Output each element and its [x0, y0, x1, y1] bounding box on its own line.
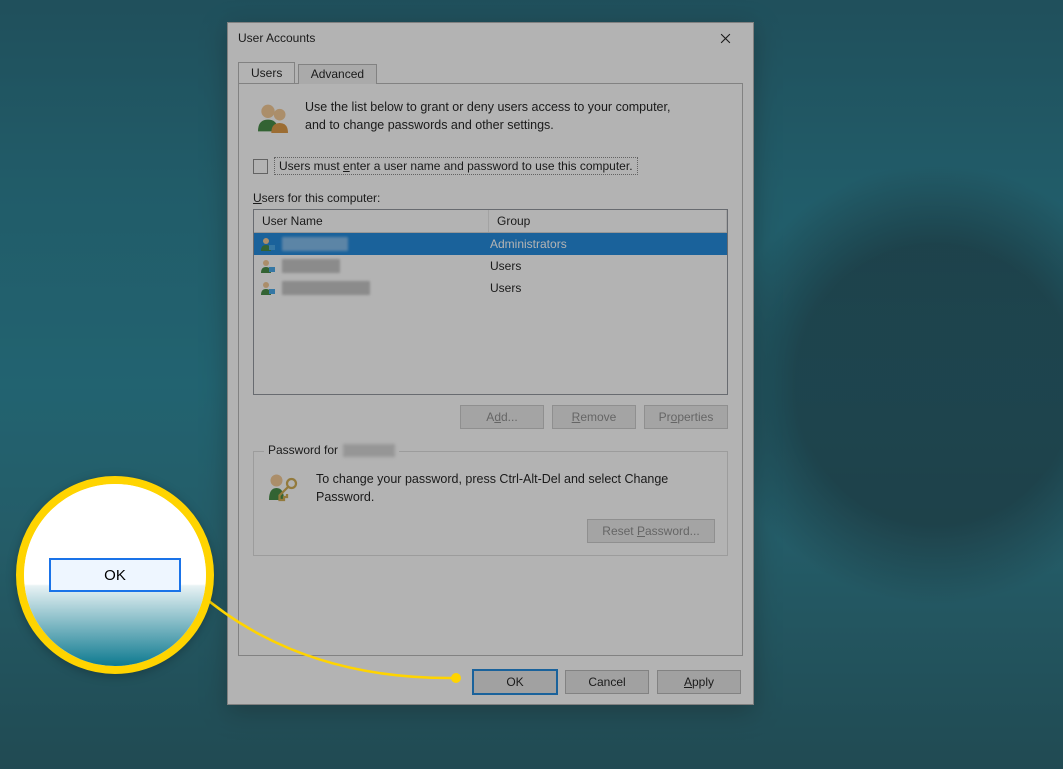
username-redacted	[282, 259, 340, 273]
users-list-label: Users for this computer:	[253, 191, 728, 205]
require-login-label: Users must enter a user name and passwor…	[274, 157, 638, 175]
require-login-row[interactable]: Users must enter a user name and passwor…	[253, 157, 728, 175]
properties-button[interactable]: Properties	[644, 405, 728, 429]
legend-username-redacted	[343, 444, 395, 457]
password-group-text: To change your password, press Ctrl-Alt-…	[316, 470, 676, 506]
user-accounts-dialog: User Accounts Users Advanced Use th	[227, 22, 754, 705]
close-button[interactable]	[703, 24, 747, 52]
user-icon	[260, 236, 276, 252]
user-icon	[260, 280, 276, 296]
users-icon	[253, 98, 293, 141]
titlebar[interactable]: User Accounts	[228, 23, 753, 53]
tabstrip: Users Advanced	[238, 61, 743, 84]
dialog-title: User Accounts	[238, 31, 315, 45]
user-action-buttons: Add... Remove Properties	[253, 405, 728, 429]
table-header: User Name Group	[254, 210, 727, 233]
user-icon	[260, 258, 276, 274]
require-login-checkbox[interactable]	[253, 159, 268, 174]
users-table[interactable]: User Name Group Administrators Users	[253, 209, 728, 395]
apply-button[interactable]: Apply	[657, 670, 741, 694]
username-redacted	[282, 237, 348, 251]
desktop-wallpaper: User Accounts Users Advanced Use th	[0, 0, 1063, 769]
tab-advanced[interactable]: Advanced	[298, 64, 377, 84]
annotation-callout: OK	[16, 476, 214, 674]
group-cell: Administrators	[484, 235, 727, 253]
col-header-group[interactable]: Group	[489, 210, 727, 232]
intro-row: Use the list below to grant or deny user…	[253, 98, 728, 141]
group-cell: Users	[484, 279, 727, 297]
table-row[interactable]: Users	[254, 277, 727, 299]
remove-button[interactable]: Remove	[552, 405, 636, 429]
callout-ok-button: OK	[49, 558, 181, 592]
table-row[interactable]: Administrators	[254, 233, 727, 255]
add-button[interactable]: Add...	[460, 405, 544, 429]
dialog-footer: OK Cancel Apply	[473, 670, 741, 694]
tab-users[interactable]: Users	[238, 62, 295, 83]
password-group: Password for To change your password, pr…	[253, 451, 728, 556]
tab-panel-users: Use the list below to grant or deny user…	[238, 84, 743, 656]
intro-text: Use the list below to grant or deny user…	[305, 98, 685, 134]
username-redacted	[282, 281, 370, 295]
close-icon	[720, 33, 731, 44]
key-icon	[266, 470, 302, 509]
ok-button[interactable]: OK	[473, 670, 557, 694]
password-group-legend: Password for	[264, 443, 399, 457]
reset-password-button[interactable]: Reset Password...	[587, 519, 715, 543]
cancel-button[interactable]: Cancel	[565, 670, 649, 694]
col-header-username[interactable]: User Name	[254, 210, 489, 232]
group-cell: Users	[484, 257, 727, 275]
table-row[interactable]: Users	[254, 255, 727, 277]
